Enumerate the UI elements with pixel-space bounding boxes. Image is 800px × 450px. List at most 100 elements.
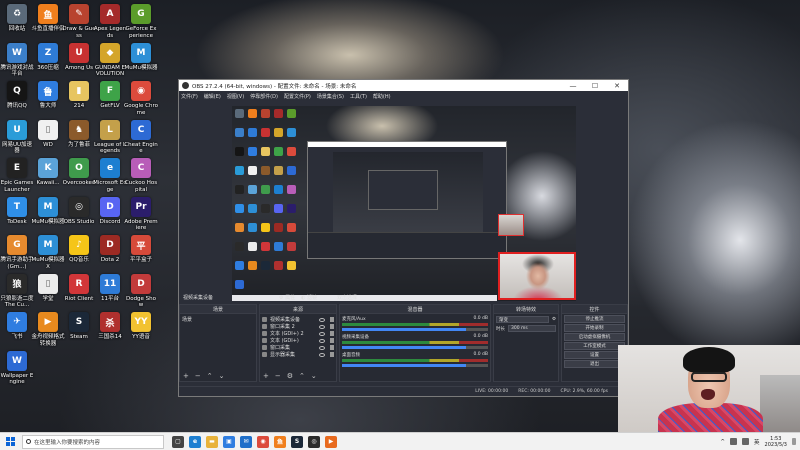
taskbar-store-icon[interactable]: ▣ xyxy=(223,435,235,448)
source-item[interactable]: 窗口采集 xyxy=(262,344,334,351)
volume-icon[interactable] xyxy=(742,438,750,445)
ime-indicator[interactable]: 英 xyxy=(754,438,760,446)
taskbar-task-view-icon[interactable]: ▢ xyxy=(172,435,184,448)
filters-button[interactable]: ◐ 滤镜 xyxy=(301,294,317,301)
mixer-channel: 桌面音频 0.0 dB xyxy=(342,352,488,367)
taskbar-file-explorer-icon[interactable]: ▬ xyxy=(206,435,218,448)
source-item[interactable]: 视频采集设备 xyxy=(262,316,334,323)
lock-icon[interactable] xyxy=(330,352,334,357)
taskbar-steam-icon[interactable]: S xyxy=(291,435,303,448)
mixer-dock: 混音器 麦克风/Aux 0.0 dB 视频采集设备 0.0 dB 桌面音频 0.0 dB xyxy=(339,304,491,382)
taskbar-obs-icon[interactable]: ◎ xyxy=(308,435,320,448)
settings-button[interactable]: 设置 xyxy=(564,351,625,359)
channel-db: 0.0 dB xyxy=(473,334,488,339)
desktop-icon-label: 腾讯手游助手(Gm...) xyxy=(0,257,34,270)
lock-icon[interactable] xyxy=(330,324,334,329)
preview-app-icon xyxy=(248,242,257,251)
scene-item[interactable]: 场景 xyxy=(182,316,254,323)
preview-app-icon xyxy=(235,204,244,213)
add-source-icon[interactable]: + xyxy=(263,372,269,380)
desktop-app-icon: Z xyxy=(38,42,58,63)
stop-streaming-button[interactable]: 停止推流 xyxy=(564,315,625,323)
desktop-app-icon: e xyxy=(100,158,120,178)
desktop-app-icon: M xyxy=(38,235,58,255)
desktop-icon[interactable]: YY YY语音 xyxy=(124,310,158,358)
notification-icon[interactable] xyxy=(792,438,796,445)
taskbar-douyu-icon[interactable]: 鱼 xyxy=(274,435,286,448)
virtual-camera-button[interactable]: 启动虚拟摄像机 xyxy=(564,333,625,341)
start-button[interactable] xyxy=(2,434,18,450)
exit-button[interactable]: 退出 xyxy=(564,360,625,368)
desktop-app-icon: U xyxy=(7,119,27,140)
lock-icon[interactable] xyxy=(330,345,334,350)
menu-tools[interactable]: 工具(T) xyxy=(350,93,367,100)
volume-fader[interactable] xyxy=(342,346,488,349)
preview-app-icon xyxy=(248,185,257,194)
remove-scene-icon[interactable]: − xyxy=(195,372,201,380)
visibility-eye-icon[interactable] xyxy=(319,317,325,322)
desktop-icon-label: 为了鲁菲 xyxy=(67,141,90,148)
tray-overflow-icon[interactable]: ^ xyxy=(720,439,725,445)
taskbar-app-orange-icon[interactable]: ▶ xyxy=(325,435,337,448)
source-type-icon xyxy=(262,352,267,357)
duration-input[interactable]: 300 ms xyxy=(508,325,556,332)
network-icon[interactable] xyxy=(730,438,738,445)
source-item[interactable]: 显示器采集 xyxy=(262,351,334,358)
menu-profile[interactable]: 配置文件(P) xyxy=(284,93,311,100)
studio-mode-button[interactable]: 工作室模式 xyxy=(564,342,625,350)
preview-app-icon xyxy=(261,204,270,213)
close-button[interactable]: ✕ xyxy=(606,80,628,91)
desktop-app-icon: 鱼 xyxy=(38,4,58,24)
add-scene-icon[interactable]: + xyxy=(183,372,189,380)
transition-select[interactable]: 渐变 xyxy=(496,316,549,323)
source-up-icon[interactable]: ⌃ xyxy=(299,372,305,380)
properties-button[interactable]: ⚙ 属性 xyxy=(279,294,295,301)
desktop-app-icon: Q xyxy=(7,81,27,101)
lock-icon[interactable] xyxy=(330,331,334,336)
move-up-icon[interactable]: ⌃ xyxy=(207,372,213,380)
source-item[interactable]: 窗口采集 2 xyxy=(262,323,334,330)
menu-scene-collection[interactable]: 场景集合(S) xyxy=(317,93,344,100)
minimize-button[interactable]: — xyxy=(562,80,584,91)
transition-settings-icon[interactable]: ⚙ xyxy=(552,317,556,322)
clock[interactable]: 1:53 2023/5/3 xyxy=(765,436,787,448)
desktop-icon-label: Wallpaper Engine xyxy=(0,372,34,386)
source-item[interactable]: 文本 (GDI+) 2 xyxy=(262,330,334,337)
move-down-icon[interactable]: ⌄ xyxy=(219,372,225,380)
desktop-icon[interactable]: S Steam xyxy=(62,310,96,358)
desktop-icon[interactable]: ▶ 金舟视频格式转换器 xyxy=(31,310,65,358)
source-item[interactable]: 文本 (GDI+) xyxy=(262,337,334,344)
visibility-eye-icon[interactable] xyxy=(319,338,325,343)
lock-icon[interactable] xyxy=(330,338,334,343)
taskbar-chrome-icon[interactable]: ◉ xyxy=(257,435,269,448)
menu-docks[interactable]: 停靠部件(D) xyxy=(250,93,278,100)
obs-logo-icon xyxy=(182,82,189,89)
menu-help[interactable]: 帮助(H) xyxy=(373,93,391,100)
visibility-eye-icon[interactable] xyxy=(319,345,325,350)
visibility-eye-icon[interactable] xyxy=(319,324,325,329)
menu-edit[interactable]: 编辑(E) xyxy=(204,93,221,100)
remove-source-icon[interactable]: − xyxy=(275,372,281,380)
preview-app-icon xyxy=(287,166,296,175)
visibility-eye-icon[interactable] xyxy=(319,331,325,336)
visibility-eye-icon[interactable] xyxy=(319,352,325,357)
desktop-icon[interactable]: W Wallpaper Engine xyxy=(0,349,34,397)
taskbar-edge-icon[interactable]: e xyxy=(189,435,201,448)
lock-icon[interactable] xyxy=(330,317,334,322)
source-down-icon[interactable]: ⌄ xyxy=(311,372,317,380)
taskbar-search[interactable]: 在这里输入你要搜索的内容 xyxy=(22,434,164,449)
taskbar-mail-icon[interactable]: ✉ xyxy=(240,435,252,448)
obs-window[interactable]: OBS 27.2.4 (64-bit, windows) - 配置文件: 未命名… xyxy=(178,79,629,397)
desktop-icon[interactable]: 杀三国杀14 xyxy=(93,310,127,358)
volume-fader[interactable] xyxy=(342,364,488,367)
maximize-button[interactable]: ☐ xyxy=(584,80,606,91)
obs-preview[interactable] xyxy=(232,106,576,301)
volume-fader[interactable] xyxy=(342,328,488,331)
menu-view[interactable]: 视图(V) xyxy=(227,93,244,100)
menu-file[interactable]: 文件(F) xyxy=(181,93,198,100)
obs-title-bar[interactable]: OBS 27.2.4 (64-bit, windows) - 配置文件: 未命名… xyxy=(179,80,628,91)
preview-app-icon xyxy=(248,147,257,156)
source-settings-icon[interactable]: ⚙ xyxy=(287,372,293,380)
start-recording-button[interactable]: 开始录制 xyxy=(564,324,625,332)
preview-app-icon xyxy=(274,261,283,270)
